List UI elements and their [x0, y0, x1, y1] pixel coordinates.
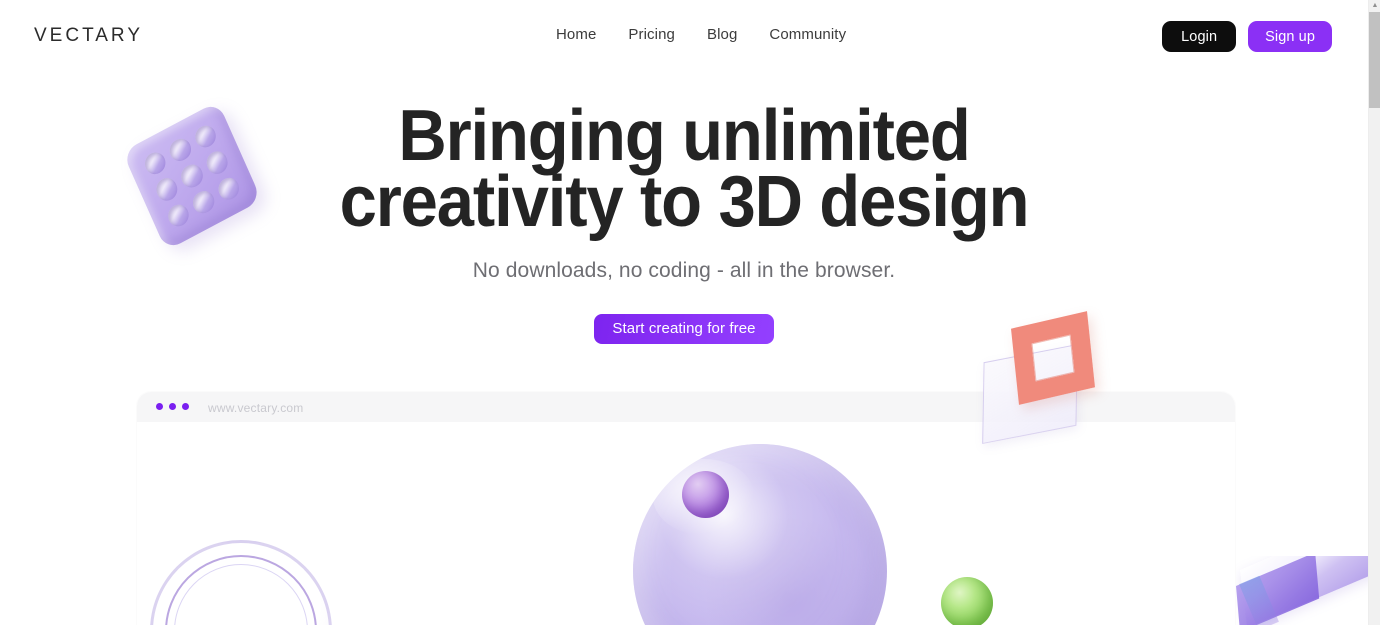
plate-hole: [191, 121, 220, 152]
nav-item-pricing[interactable]: Pricing: [628, 26, 675, 43]
plate-hole: [153, 174, 181, 205]
vectary-logo[interactable]: VECTARY: [34, 25, 143, 47]
viewport-3d-scene[interactable]: [137, 422, 1235, 625]
page-scrollbar[interactable]: ▲: [1368, 0, 1380, 625]
signup-button[interactable]: Sign up: [1248, 21, 1332, 52]
coral-frame-decoration: [982, 311, 1112, 445]
hero-subtitle: No downloads, no coding - all in the bro…: [472, 259, 896, 282]
cta-container: Start creating for free: [0, 314, 1368, 344]
coral-square-frame-icon: [1010, 311, 1096, 405]
main-navigation: Home Pricing Blog Community: [556, 26, 846, 43]
window-dot-icon[interactable]: [156, 403, 163, 410]
large-lavender-sphere: [633, 444, 887, 625]
plate-hole: [164, 200, 193, 231]
window-dot-icon[interactable]: [182, 403, 189, 410]
plate-hole: [214, 173, 243, 204]
small-green-sphere: [941, 577, 993, 625]
scroll-up-arrow-icon[interactable]: ▲: [1371, 2, 1379, 10]
window-controls: [156, 403, 189, 410]
site-header: VECTARY Home Pricing Blog Community Logi…: [0, 0, 1368, 72]
page-root: VECTARY Home Pricing Blog Community Logi…: [0, 0, 1380, 625]
nav-item-home[interactable]: Home: [556, 26, 596, 43]
plate-hole: [178, 161, 206, 191]
glass-wedge-decoration: [1236, 556, 1380, 625]
plate-hole: [203, 147, 231, 178]
plate-hole: [141, 148, 170, 179]
header-actions: Login Sign up: [1162, 21, 1332, 52]
scrollbar-thumb[interactable]: [1369, 12, 1380, 108]
small-purple-sphere: [682, 471, 729, 518]
nav-item-community[interactable]: Community: [769, 26, 846, 43]
plate-hole: [166, 135, 195, 165]
start-creating-button[interactable]: Start creating for free: [594, 314, 774, 344]
plate-hole: [189, 187, 218, 217]
glass-arch-object: [150, 540, 332, 625]
nav-item-blog[interactable]: Blog: [707, 26, 737, 43]
login-button[interactable]: Login: [1162, 21, 1237, 52]
address-bar-url[interactable]: www.vectary.com: [208, 401, 303, 415]
window-dot-icon[interactable]: [169, 403, 176, 410]
hero-section: Bringing unlimited creativity to 3D desi…: [0, 0, 1380, 625]
